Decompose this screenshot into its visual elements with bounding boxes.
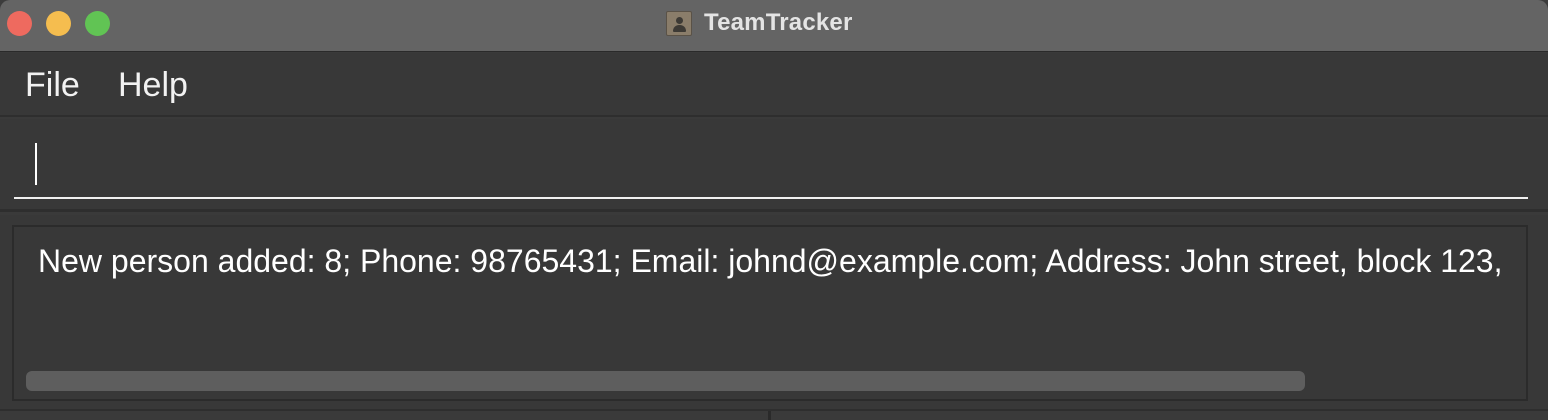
result-message: New person added: 8; Phone: 98765431; Em… [38, 243, 1503, 279]
title-bar[interactable]: TeamTracker [0, 0, 1548, 52]
minimize-window-button[interactable] [46, 11, 71, 36]
menu-help[interactable]: Help [118, 66, 188, 104]
contact-book-icon [666, 10, 692, 36]
window-title-group: TeamTracker [666, 9, 853, 36]
window-title: TeamTracker [704, 9, 853, 36]
text-caret [35, 143, 37, 185]
app-window: TeamTracker File Help New person added: … [0, 0, 1548, 420]
menu-bar: File Help [0, 53, 1548, 117]
menu-file[interactable]: File [25, 66, 80, 104]
close-window-button[interactable] [7, 11, 32, 36]
maximize-window-button[interactable] [85, 11, 110, 36]
split-pane-divider[interactable] [768, 411, 771, 420]
result-display-box[interactable]: New person added: 8; Phone: 98765431; Em… [12, 225, 1528, 401]
command-box-panel [0, 119, 1548, 212]
person-list-panel [0, 409, 1548, 420]
command-input[interactable] [14, 137, 1528, 199]
horizontal-scrollbar[interactable] [26, 371, 1305, 391]
result-display-panel: New person added: 8; Phone: 98765431; Em… [0, 215, 1548, 409]
